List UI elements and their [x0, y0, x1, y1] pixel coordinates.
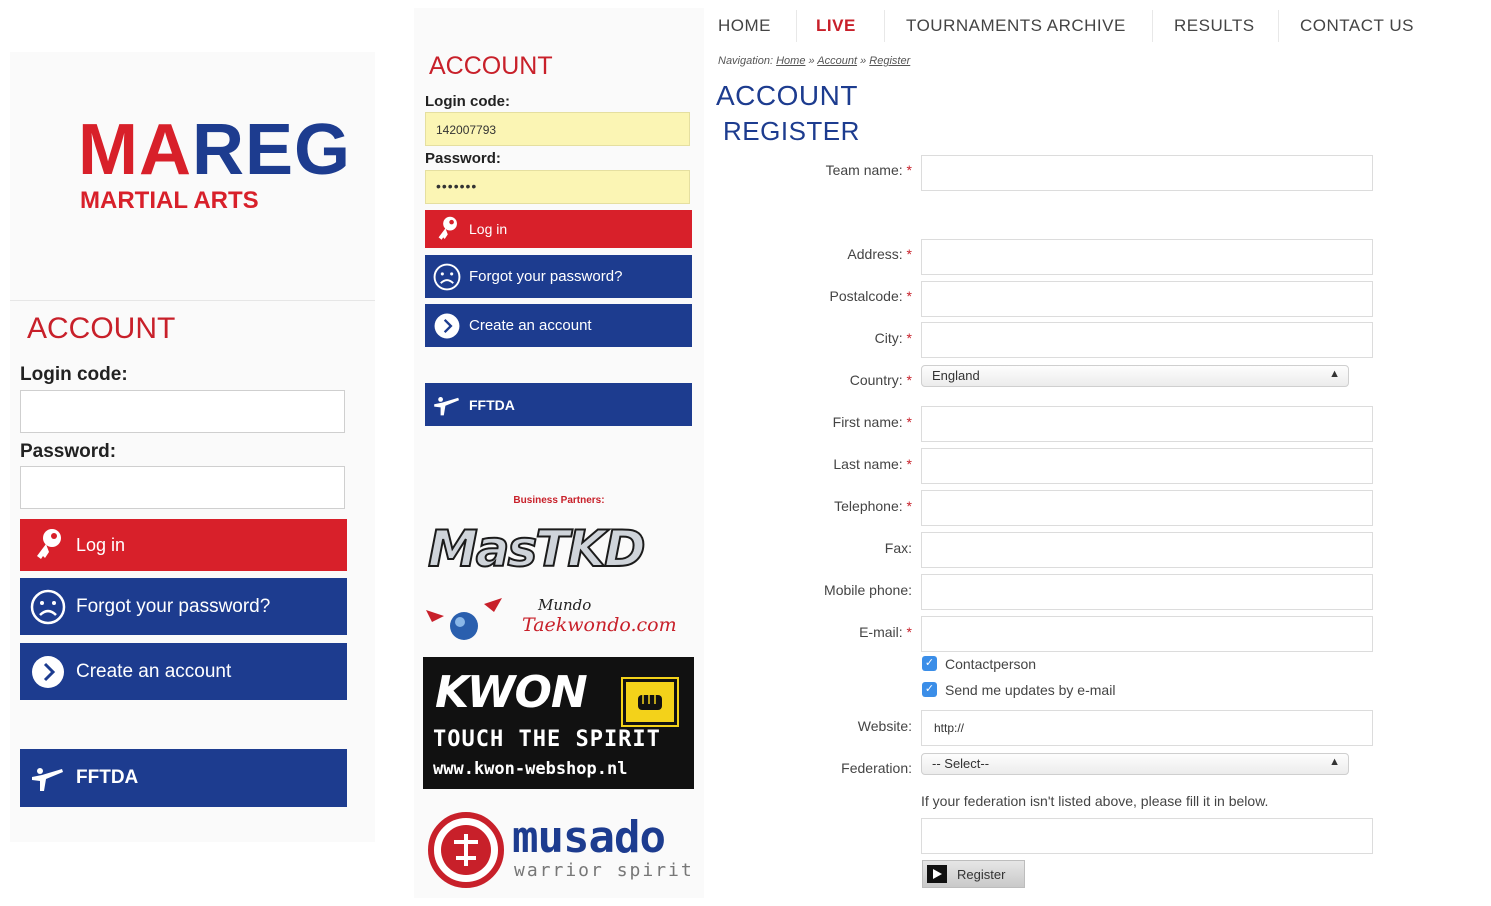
mundo-globe-icon [426, 598, 502, 640]
kwon-webshop-banner[interactable]: KWON TOUCH THE SPIRIT www.kwon-webshop.n… [423, 657, 694, 789]
federation-label: Federation: [841, 760, 912, 776]
login-button-small[interactable]: Log in [425, 210, 692, 248]
mundo-taekwondo-logo[interactable]: Mundo Taekwondo.com [424, 596, 704, 646]
last-name-input[interactable] [921, 448, 1373, 484]
forgot-password-button-small[interactable]: Forgot your password? [425, 255, 692, 298]
mareg-logo[interactable]: MAREG [78, 114, 351, 186]
breadcrumb: Navigation: Home » Account » Register [718, 55, 911, 67]
musado-emblem-icon [428, 812, 504, 888]
breadcrumb-account[interactable]: Account [817, 55, 857, 67]
postalcode-label: Postalcode: * [829, 288, 912, 304]
address-label: Address: * [847, 246, 912, 262]
key-icon [425, 216, 469, 242]
kicking-figure-icon [425, 393, 469, 417]
password-label-small: Password: [425, 150, 501, 167]
team-name-label: Team name: * [825, 162, 912, 178]
nav-contact-us[interactable]: CONTACT US [1300, 16, 1414, 36]
musado-logo[interactable]: musado warrior spirit [426, 808, 701, 888]
password-input[interactable] [20, 466, 345, 509]
breadcrumb-register[interactable]: Register [869, 55, 910, 67]
play-icon [927, 865, 947, 883]
login-button[interactable]: Log in [20, 519, 347, 571]
team-name-input[interactable] [921, 155, 1373, 191]
fftda-button[interactable]: FFTDA [20, 749, 347, 807]
nav-divider [884, 10, 885, 42]
first-name-label: First name: * [832, 414, 912, 430]
nav-results[interactable]: RESULTS [1174, 16, 1255, 36]
last-name-label: Last name: * [833, 456, 912, 472]
page-title: ACCOUNT [716, 80, 858, 111]
mobile-phone-input[interactable] [921, 574, 1373, 610]
fist-icon [621, 677, 679, 727]
nav-divider [1278, 10, 1279, 42]
create-account-button-small[interactable]: Create an account [425, 304, 692, 347]
fax-input[interactable] [921, 532, 1373, 568]
country-label: Country: * [849, 372, 912, 388]
sad-face-icon [425, 263, 469, 291]
login-code-label-small: Login code: [425, 93, 510, 110]
country-select[interactable]: England ▲ [921, 365, 1349, 387]
breadcrumb-home[interactable]: Home [776, 55, 805, 67]
federation-note: If your federation isn't listed above, p… [921, 793, 1269, 809]
account-heading: ACCOUNT [27, 312, 176, 345]
login-code-label: Login code: [20, 364, 128, 385]
logo-subtitle: MARTIAL ARTS [80, 187, 259, 214]
key-icon [20, 528, 76, 562]
updates-label: Send me updates by e-mail [945, 682, 1116, 698]
fax-label: Fax: [884, 540, 912, 556]
left-account-panel: MAREG MARTIAL ARTS ACCOUNT Login code: P… [10, 52, 375, 842]
create-account-button[interactable]: Create an account [20, 643, 347, 700]
contactperson-checkbox[interactable]: ✓ [922, 656, 937, 671]
city-input[interactable] [921, 322, 1373, 358]
nav-divider [796, 10, 797, 42]
divider [10, 300, 375, 301]
updates-checkbox[interactable]: ✓ [922, 682, 937, 697]
password-input-small[interactable]: ••••••• [425, 170, 690, 204]
federation-select[interactable]: -- Select-- ▲ [921, 753, 1349, 775]
chevron-right-icon [20, 654, 76, 690]
contactperson-label: Contactperson [945, 656, 1037, 672]
email-label: E-mail: * [859, 624, 912, 640]
first-name-input[interactable] [921, 406, 1373, 442]
telephone-label: Telephone: * [834, 498, 912, 514]
login-code-input[interactable] [20, 390, 345, 433]
nav-home[interactable]: HOME [718, 16, 771, 36]
chevron-right-icon [425, 312, 469, 340]
sad-face-icon [20, 589, 76, 625]
telephone-input[interactable] [921, 490, 1373, 526]
federation-other-input[interactable] [921, 818, 1373, 854]
account-heading-small: ACCOUNT [429, 52, 553, 80]
email-input[interactable] [921, 616, 1373, 652]
forgot-password-button[interactable]: Forgot your password? [20, 578, 347, 635]
middle-account-panel: ACCOUNT Login code: 142007793 Password: … [414, 8, 704, 898]
website-input[interactable]: http:// [921, 710, 1373, 746]
nav-live[interactable]: LIVE [816, 16, 856, 36]
city-label: City: * [874, 330, 912, 346]
mastkd-logo[interactable]: MasTKD [427, 519, 647, 579]
kicking-figure-icon [20, 763, 76, 793]
business-partners-label: Business Partners: [513, 495, 605, 506]
website-label: Website: [857, 718, 912, 734]
page-subtitle: REGISTER [723, 116, 860, 146]
register-button[interactable]: Register [922, 860, 1025, 888]
select-arrows-icon: ▲ [1329, 756, 1340, 768]
fftda-button-small[interactable]: FFTDA [425, 383, 692, 426]
nav-divider [1152, 10, 1153, 42]
mobile-phone-label: Mobile phone: [824, 582, 912, 598]
password-label: Password: [20, 441, 117, 462]
address-input[interactable] [921, 239, 1373, 275]
nav-tournaments-archive[interactable]: TOURNAMENTS ARCHIVE [906, 16, 1126, 36]
login-code-input-small[interactable]: 142007793 [425, 112, 690, 146]
select-arrows-icon: ▲ [1329, 368, 1340, 380]
postalcode-input[interactable] [921, 281, 1373, 317]
